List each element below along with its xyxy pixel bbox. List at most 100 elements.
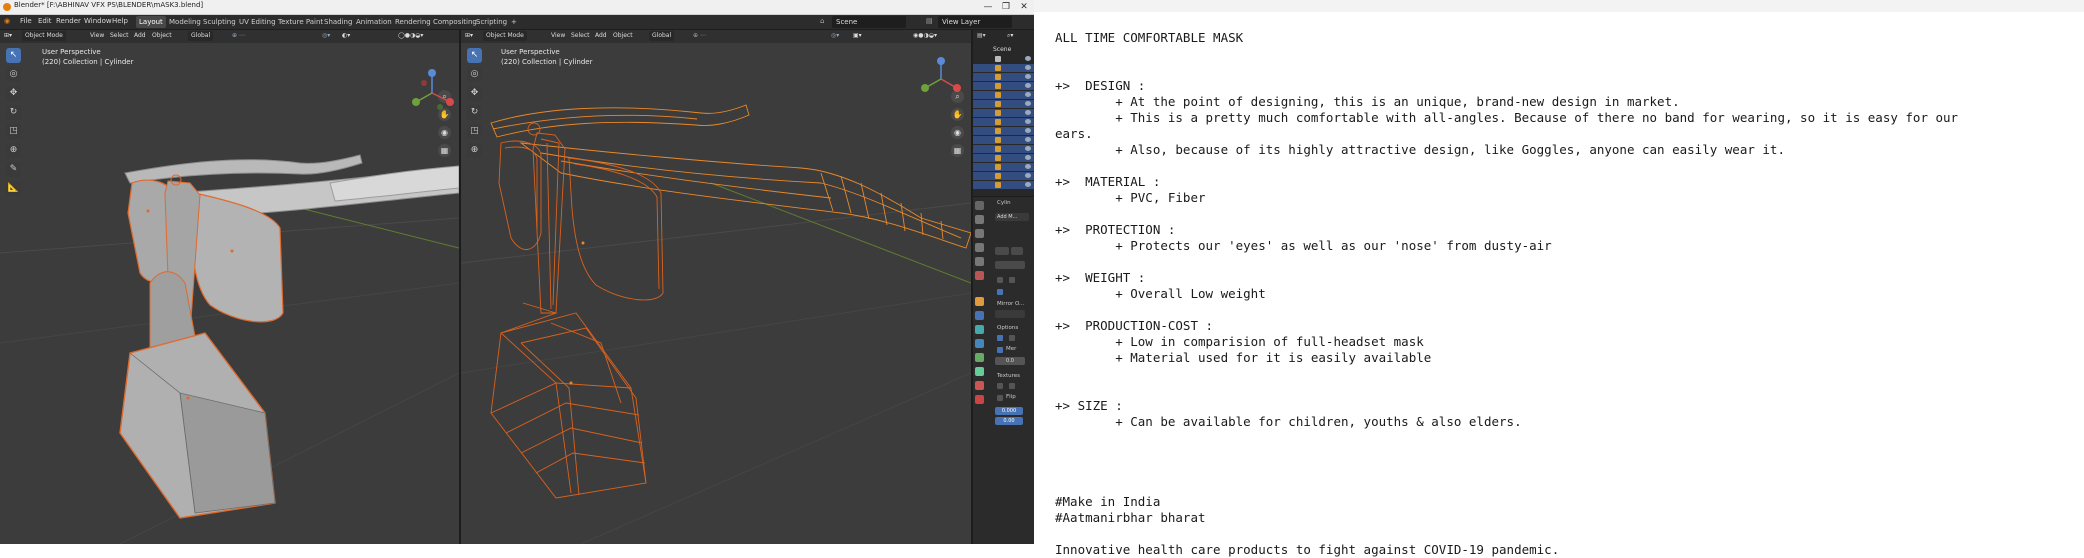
output-props-tab-icon[interactable] — [975, 229, 984, 238]
text-document: ALL TIME COMFORTABLE MASK +> DESIGN : + … — [1034, 0, 2084, 557]
bisect-checkbox[interactable] — [997, 277, 1003, 283]
close-button[interactable]: ✕ — [1016, 0, 1032, 14]
editor-type-icon[interactable]: ⊞▾ — [4, 32, 12, 39]
menu-view[interactable]: View — [551, 32, 565, 39]
overlay-icon[interactable]: ◎▾ — [322, 32, 330, 39]
minimize-button[interactable]: — — [980, 0, 996, 14]
view-layer-tab-icon[interactable] — [975, 243, 984, 252]
vertex-groups-checkbox[interactable] — [1009, 335, 1015, 341]
outliner-row[interactable] — [973, 91, 1034, 99]
outliner-row[interactable] — [973, 154, 1034, 162]
merge-distance-field[interactable]: 0.0 — [995, 357, 1025, 365]
maximize-button[interactable]: ❐ — [998, 0, 1014, 14]
object-props-tab-icon[interactable] — [975, 297, 984, 306]
constraints-tab-icon[interactable] — [975, 353, 984, 362]
menu-edit[interactable]: Edit — [38, 17, 52, 25]
modifier-props-tab-icon[interactable] — [975, 311, 984, 320]
menu-help[interactable]: Help — [112, 17, 128, 25]
menu-file[interactable]: File — [20, 17, 32, 25]
uv-v-checkbox[interactable] — [1009, 383, 1015, 389]
axis-x-toggle[interactable] — [995, 247, 1009, 255]
outliner-editor-icon[interactable]: ▤▾ — [977, 32, 986, 39]
render-props-tab-icon[interactable] — [975, 215, 984, 224]
menu-select[interactable]: Select — [110, 32, 129, 39]
scene-icon: ⌂ — [820, 17, 825, 25]
menu-view[interactable]: View — [90, 32, 104, 39]
world-props-tab-icon[interactable] — [975, 271, 984, 280]
outliner-row[interactable] — [973, 73, 1034, 81]
workspace-tab-texture-paint[interactable]: Texture Paint — [275, 16, 326, 28]
xray-icon[interactable]: ▣▾ — [853, 32, 862, 39]
uv-offset-v-field[interactable]: 0.00 — [995, 417, 1023, 425]
workspace-tab-sculpting[interactable]: Sculpting — [200, 16, 239, 28]
outliner-row[interactable] — [973, 118, 1034, 126]
blender-menu-icon[interactable]: ◉ — [4, 17, 10, 25]
uv-offset-u-field[interactable]: 0.000 — [995, 407, 1023, 415]
snap-icon[interactable]: ⊕ ⋯ — [693, 32, 706, 39]
outliner-row[interactable] — [973, 64, 1034, 72]
uv-u-checkbox[interactable] — [997, 383, 1003, 389]
outliner-filter-icon[interactable]: ⌕▾ — [1007, 32, 1013, 40]
outliner-row[interactable] — [973, 55, 1034, 63]
scene-props-tab-icon[interactable] — [975, 257, 984, 266]
bisect-row[interactable] — [995, 261, 1025, 269]
outliner-row[interactable] — [973, 109, 1034, 117]
menu-add[interactable]: Add — [595, 32, 607, 39]
outliner-row[interactable] — [973, 172, 1034, 180]
mode-dropdown[interactable]: Object Mode — [483, 31, 527, 41]
flip-uv-checkbox[interactable] — [997, 395, 1003, 401]
menu-object[interactable]: Object — [613, 32, 633, 39]
workspace-tab-shading[interactable]: Shading — [321, 16, 355, 28]
scene-selector[interactable]: Scene — [832, 16, 906, 28]
outliner-row[interactable] — [973, 145, 1034, 153]
outliner-row[interactable] — [973, 163, 1034, 171]
physics-tab-icon[interactable] — [975, 339, 984, 348]
workspace-tab-layout[interactable]: Layout — [136, 16, 166, 28]
menu-select[interactable]: Select — [571, 32, 590, 39]
material-tab-icon[interactable] — [975, 381, 984, 390]
data-props-tab-icon[interactable] — [975, 367, 984, 376]
texture-tab-icon[interactable] — [975, 395, 984, 404]
outliner-row[interactable] — [973, 82, 1034, 90]
overlay-icon[interactable]: ◎▾ — [831, 32, 839, 39]
outliner-row[interactable] — [973, 181, 1034, 189]
axis-y-toggle[interactable] — [1011, 247, 1023, 255]
menu-render[interactable]: Render — [56, 17, 81, 25]
flip-checkbox[interactable] — [997, 289, 1003, 295]
outliner-panel[interactable]: ▤▾ ⌕▾ Scene — [973, 30, 1034, 200]
shading-mode-icons[interactable]: ◉●◑◒▾ — [913, 32, 937, 39]
workspace-tab-uv-editing[interactable]: UV Editing — [236, 16, 279, 28]
add-modifier-button[interactable]: Add M... — [995, 213, 1029, 221]
outliner-row[interactable] — [973, 136, 1034, 144]
shading-solid-icon[interactable]: ◐▾ — [342, 32, 350, 39]
editor-type-icon[interactable]: ⊞▾ — [465, 32, 473, 39]
workspace-tab-modeling[interactable]: Modeling — [166, 16, 204, 28]
outliner-row[interactable] — [973, 100, 1034, 108]
workspace-tab-rendering[interactable]: Rendering — [392, 16, 434, 28]
view-layer-selector[interactable]: View Layer — [938, 16, 1012, 28]
workspace-tab-scripting[interactable]: Scripting — [473, 16, 510, 28]
tool-props-tab-icon[interactable] — [975, 201, 984, 210]
menu-object[interactable]: Object — [152, 32, 172, 39]
clipping-checkbox[interactable] — [997, 335, 1003, 341]
transform-orientation-dropdown[interactable]: Global — [649, 31, 675, 41]
3d-viewport-solid[interactable]: ⊞▾ Object Mode View Select Add Object Gl… — [0, 30, 461, 544]
bisect-checkbox[interactable] — [1009, 277, 1015, 283]
mirror-object-field[interactable] — [995, 310, 1025, 318]
transform-orientation-dropdown[interactable]: Global — [188, 31, 214, 41]
axis-gizmo-icon[interactable] — [412, 69, 454, 110]
shading-mode-icons[interactable]: ◯●◑◒▾ — [398, 32, 423, 39]
add-workspace-button[interactable]: + — [508, 16, 520, 28]
merge-checkbox[interactable] — [997, 347, 1003, 353]
properties-panel[interactable]: Cylin Add M... Mirror O... Options Mer 0… — [973, 196, 1034, 544]
mode-dropdown[interactable]: Object Mode — [22, 31, 66, 41]
menu-add[interactable]: Add — [134, 32, 146, 39]
axis-gizmo-icon[interactable] — [921, 57, 961, 92]
particles-tab-icon[interactable] — [975, 325, 984, 334]
menu-window[interactable]: Window — [84, 17, 112, 25]
workspace-tab-animation[interactable]: Animation — [353, 16, 395, 28]
outliner-row[interactable] — [973, 127, 1034, 135]
snap-icon[interactable]: ⊕ ⋯ — [232, 32, 245, 39]
3d-viewport-wireframe[interactable]: ⊞▾ Object Mode View Select Add Object Gl… — [461, 30, 971, 544]
